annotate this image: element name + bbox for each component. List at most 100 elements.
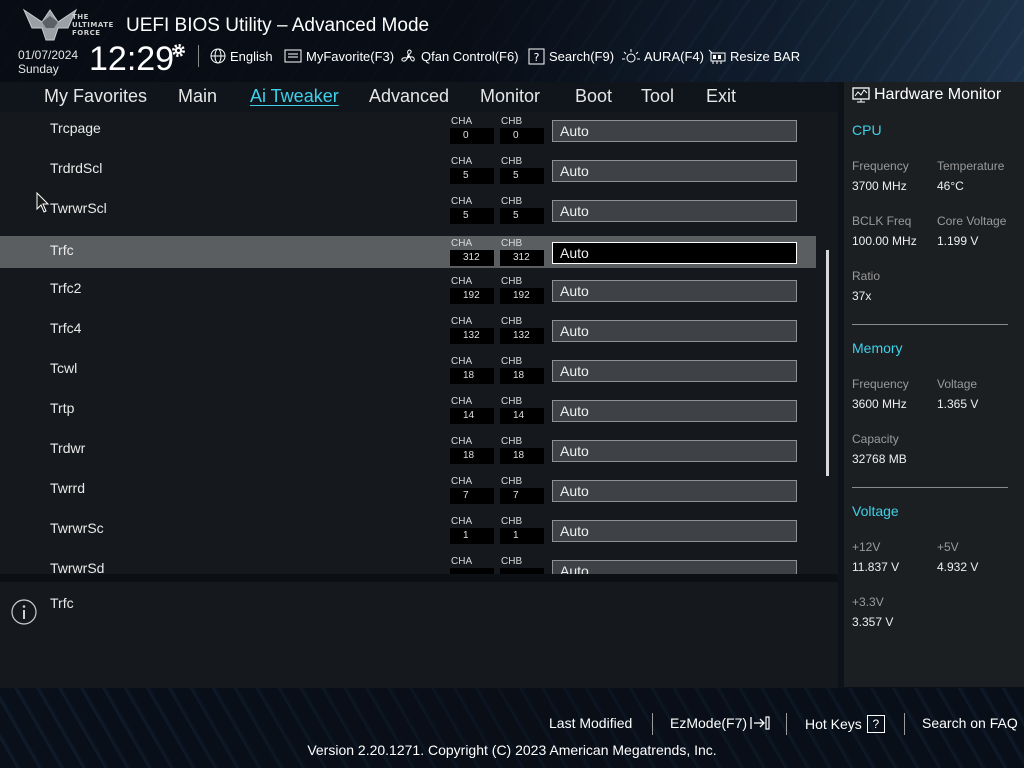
setting-row-twrwrscl[interactable]: TwrwrScl CHA 5 CHB 5 Auto — [0, 194, 816, 226]
tab-ai-tweaker[interactable]: Ai Tweaker — [250, 86, 339, 107]
cpu-temperature-value: 46°C — [937, 179, 964, 193]
tab-boot[interactable]: Boot — [575, 86, 612, 107]
chb-value-box: CHB 7 — [500, 476, 544, 504]
qfan-control-label: Qfan Control(F6) — [421, 48, 519, 64]
aura-label: AURA(F4) — [644, 48, 704, 64]
v12-value: 11.837 V — [852, 560, 900, 574]
ratio-value: 37x — [852, 289, 872, 303]
fan-icon — [401, 49, 415, 62]
hardware-monitor-panel: Hardware Monitor CPU Frequency Temperatu… — [844, 82, 1024, 687]
setting-row-trtp[interactable]: Trtp CHA 14 CHB 14 Auto — [0, 394, 816, 426]
tab-monitor[interactable]: Monitor — [480, 86, 540, 107]
tab-exit[interactable]: Exit — [706, 86, 736, 107]
footer-divider — [904, 713, 905, 735]
setting-row-trcpage[interactable]: Trcpage CHA 0 CHB 0 Auto — [0, 114, 816, 146]
clock-time: 12:29 — [89, 40, 175, 78]
setting-dropdown[interactable]: Auto — [552, 320, 797, 342]
setting-dropdown[interactable]: Auto — [552, 200, 797, 222]
setting-dropdown[interactable]: Auto — [552, 160, 797, 182]
search-faq-button[interactable]: Search on FAQ — [922, 715, 1018, 731]
settings-scrollbar[interactable] — [826, 250, 830, 476]
hot-keys-badge: ? — [866, 715, 885, 733]
section-divider — [852, 324, 1008, 325]
setting-label: TwrwrScl — [50, 200, 107, 216]
tab-my-favorites[interactable]: My Favorites — [44, 86, 147, 107]
v33-value: 3.357 V — [852, 615, 894, 629]
setting-row-trdwr[interactable]: Trdwr CHA 18 CHB 18 Auto — [0, 434, 816, 466]
logo-text: THE ULTIMATE FORCE — [72, 13, 114, 37]
search-icon: ? — [528, 48, 545, 64]
tab-tool[interactable]: Tool — [641, 86, 674, 107]
monitor-icon — [852, 87, 870, 103]
setting-row-twrrd[interactable]: Twrrd CHA 7 CHB 7 Auto — [0, 474, 816, 506]
tab-advanced[interactable]: Advanced — [369, 86, 449, 107]
ezmode-button[interactable]: EzMode(F7) — [670, 715, 771, 731]
ezmode-exit-icon — [750, 716, 770, 730]
setting-dropdown[interactable]: Auto — [552, 242, 797, 264]
memory-frequency-value: 3600 MHz — [852, 397, 907, 411]
chb-value-box: CHB 312 — [500, 238, 544, 266]
aura-icon — [622, 48, 640, 62]
cha-value-box: CHA 7 — [450, 476, 494, 504]
tab-main[interactable]: Main — [178, 86, 217, 107]
setting-label: Trfc — [50, 242, 74, 258]
setting-row-trfc[interactable]: Trfc CHA 312 CHB 312 Auto — [0, 236, 816, 268]
setting-dropdown[interactable]: Auto — [552, 480, 797, 502]
memory-voltage-label: Voltage — [937, 377, 978, 391]
cha-value-box: CHA 18 — [450, 356, 494, 384]
memory-frequency-label: Frequency — [852, 377, 909, 391]
cha-value-box: CHA 18 — [450, 436, 494, 464]
footer-divider — [652, 713, 653, 735]
chb-value-box: CHB — [500, 556, 544, 574]
voltage-heading: Voltage — [852, 503, 899, 519]
hot-keys-button[interactable]: Hot Keys ? — [805, 715, 885, 733]
search-button[interactable]: ? Search(F9) — [528, 47, 614, 65]
cpu-temperature-label: Temperature — [937, 159, 1005, 173]
setting-dropdown[interactable]: Auto — [552, 560, 797, 574]
v33-label: +3.3V — [852, 595, 884, 609]
myfavorite-button[interactable]: MyFavorite(F3) — [284, 47, 394, 65]
setting-row-twrwrsc[interactable]: TwrwrSc CHA 1 CHB 1 Auto — [0, 514, 816, 546]
cha-value-box: CHA 132 — [450, 316, 494, 344]
setting-dropdown[interactable]: Auto — [552, 280, 797, 302]
setting-dropdown[interactable]: Auto — [552, 120, 797, 142]
scrollbar-thumb[interactable] — [826, 250, 829, 476]
setting-dropdown[interactable]: Auto — [552, 360, 797, 382]
resize-bar-icon — [708, 49, 726, 64]
aura-button[interactable]: AURA(F4) — [622, 47, 704, 65]
setting-label: Twrrd — [50, 480, 85, 496]
setting-row-trfc4[interactable]: Trfc4 CHA 132 CHB 132 Auto — [0, 314, 816, 346]
setting-label: Trcpage — [50, 120, 101, 136]
memory-heading: Memory — [852, 340, 903, 356]
last-modified-button[interactable]: Last Modified — [549, 715, 632, 731]
chb-value-box: CHB 132 — [500, 316, 544, 344]
cha-value-box: CHA 5 — [450, 196, 494, 224]
help-text: Trfc — [50, 595, 74, 611]
setting-label: Tcwl — [50, 360, 78, 376]
core-voltage-label: Core Voltage — [937, 214, 1007, 228]
setting-dropdown[interactable]: Auto — [552, 440, 797, 462]
setting-row-tcwl[interactable]: Tcwl CHA 18 CHB 18 Auto — [0, 354, 816, 386]
setting-label: TwrwrSd — [50, 560, 105, 574]
setting-label: Trtp — [50, 400, 75, 416]
setting-row-trfc2[interactable]: Trfc2 CHA 192 CHB 192 Auto — [0, 274, 816, 306]
v5-label: +5V — [937, 540, 959, 554]
globe-icon — [210, 48, 226, 64]
cha-value-box: CHA 14 — [450, 396, 494, 424]
header-divider — [198, 45, 199, 67]
core-voltage-value: 1.199 V — [937, 234, 979, 248]
setting-row-trdrdscl[interactable]: TrdrdScl CHA 5 CHB 5 Auto — [0, 154, 816, 186]
info-icon — [11, 599, 37, 625]
hardware-monitor-header: Hardware Monitor — [844, 82, 1024, 108]
setting-row-twrwrsd[interactable]: TwrwrSd CHA CHB Auto — [0, 554, 816, 574]
setting-label: Trfc4 — [50, 320, 82, 336]
cpu-heading: CPU — [852, 122, 882, 138]
gear-icon[interactable] — [170, 42, 187, 59]
resize-bar-label: Resize BAR — [730, 48, 801, 64]
language-button[interactable]: English — [210, 47, 273, 65]
setting-dropdown[interactable]: Auto — [552, 400, 797, 422]
resize-bar-button[interactable]: Resize BAR — [708, 47, 800, 65]
setting-dropdown[interactable]: Auto — [552, 520, 797, 542]
qfan-control-button[interactable]: Qfan Control(F6) — [400, 47, 519, 65]
favorite-icon — [284, 49, 302, 63]
